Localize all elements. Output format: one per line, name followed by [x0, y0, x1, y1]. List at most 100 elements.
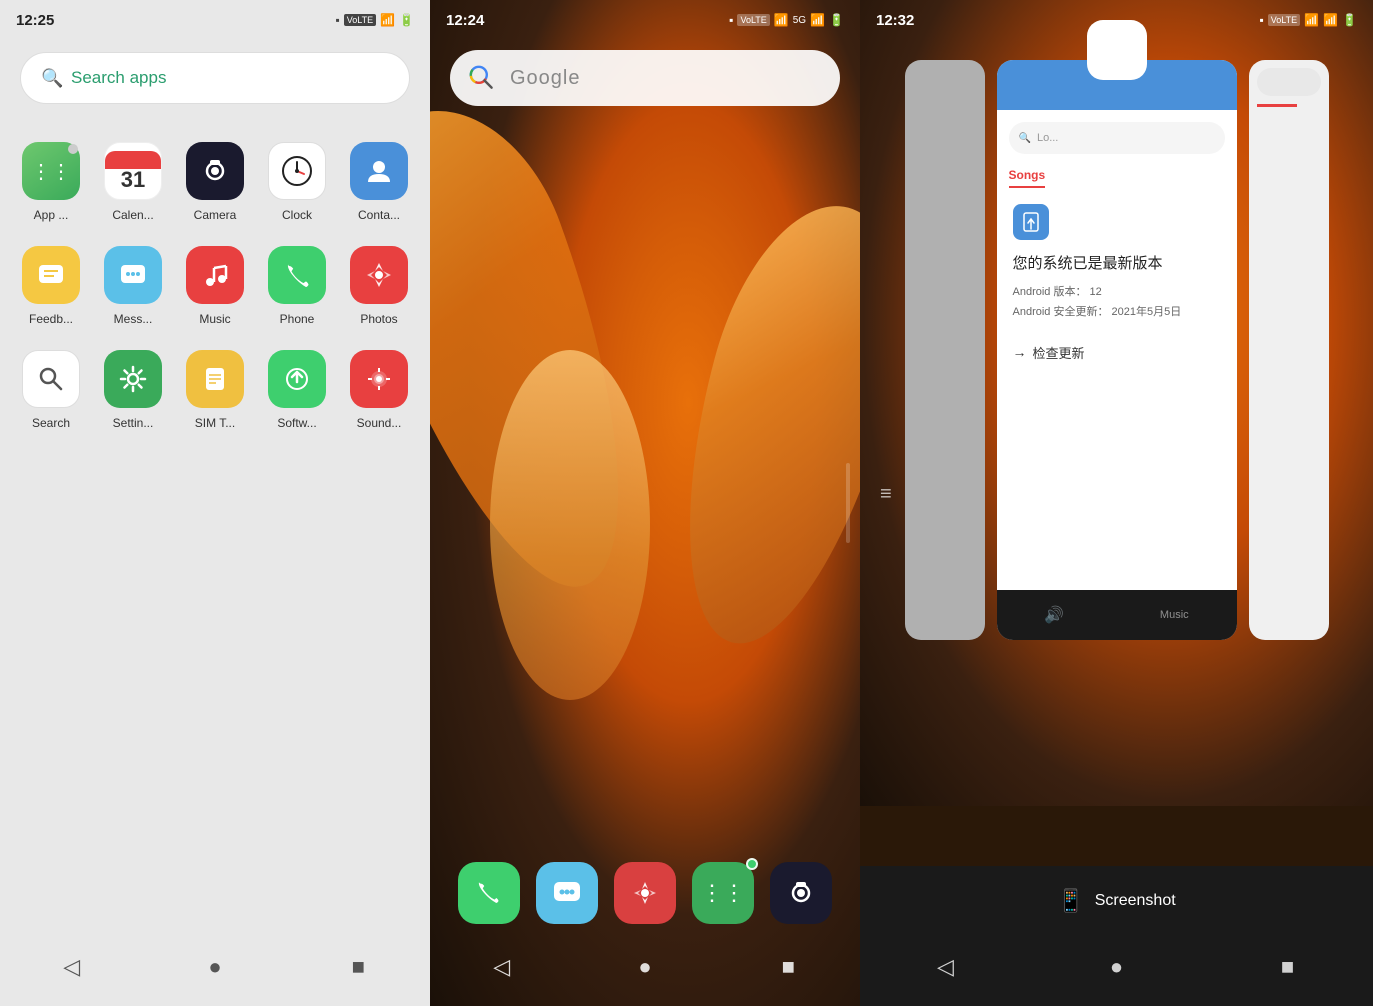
wifi-icon-2: 📶	[1304, 13, 1319, 27]
dock-phone[interactable]	[458, 862, 520, 924]
dock-messages[interactable]	[536, 862, 598, 924]
scroll-indicator	[846, 463, 850, 543]
status-time-3: 12:32	[876, 12, 914, 29]
back-button-2[interactable]: ◁	[482, 947, 522, 987]
search-bar[interactable]: 🔍 Search apps	[20, 52, 410, 104]
back-button-3[interactable]: ◁	[926, 947, 966, 987]
back-button-1[interactable]: ◁	[52, 947, 92, 987]
songs-tab-text: Songs	[1009, 168, 1046, 188]
app-item-sound[interactable]: Sound...	[338, 338, 420, 442]
phone-label: Phone	[263, 312, 331, 326]
feedback-label: Feedb...	[17, 312, 85, 326]
app-thumbnail	[1087, 20, 1147, 80]
clock-label: Clock	[263, 208, 331, 222]
recents-button-3[interactable]: ■	[1268, 947, 1308, 987]
simt-icon	[186, 350, 244, 408]
search-label: Search	[17, 416, 85, 430]
footer-icon-1: 🔊	[1044, 605, 1064, 625]
clock-icon	[268, 142, 326, 200]
messages-label: Mess...	[99, 312, 167, 326]
dock-badge	[746, 858, 758, 870]
app-item-software[interactable]: Softw...	[256, 338, 338, 442]
recent-apps-container: 🔍 Lo... Songs 您的系统已是最新版本 Android 版本： 1	[860, 40, 1373, 1006]
app-item-camera[interactable]: Camera	[174, 130, 256, 234]
battery-icon-3: ▪	[729, 13, 733, 27]
nav-bar-3: ◁ ● ■	[860, 936, 1373, 1006]
camera-label: Camera	[181, 208, 249, 222]
settings-label: Settin...	[99, 416, 167, 430]
status-bar-2: 12:24 ▪ VoLTE 📶 5G 📶 🔋	[430, 0, 860, 40]
simt-label: SIM T...	[181, 416, 249, 430]
search-app-icon	[22, 350, 80, 408]
arrow-icon: →	[1013, 344, 1027, 360]
app-item-settings[interactable]: Settin...	[92, 338, 174, 442]
app-item-search[interactable]: Search	[10, 338, 92, 442]
security-date: 2021年5月5日	[1112, 306, 1182, 318]
status-icons-2: ▪ VoLTE 📶 5G 📶 🔋	[729, 13, 844, 27]
app-item-music[interactable]: Music	[174, 234, 256, 338]
dock-camera[interactable]	[770, 862, 832, 924]
app-item-photos[interactable]: Photos	[338, 234, 420, 338]
contacts-icon	[350, 142, 408, 200]
home-button-2[interactable]: ●	[625, 947, 665, 987]
search-bar-text: Search apps	[71, 68, 166, 88]
recents-button-2[interactable]: ■	[768, 947, 808, 987]
battery-icon-5: ▪	[1260, 13, 1264, 27]
app-item-phone[interactable]: Phone	[256, 234, 338, 338]
settings-icon	[104, 350, 162, 408]
google-search-bar[interactable]: Google	[450, 50, 840, 106]
software-label: Softw...	[263, 416, 331, 430]
security-label: Android 安全更新：	[1013, 306, 1109, 318]
home-dock: ⋮⋮	[430, 850, 860, 936]
app-item-clock[interactable]: Clock	[256, 130, 338, 234]
recent-card-mid[interactable]: 🔍 Lo... Songs 您的系统已是最新版本 Android 版本： 1	[997, 60, 1237, 640]
home-button-3[interactable]: ●	[1097, 947, 1137, 987]
messages-icon	[104, 246, 162, 304]
update-icon	[1013, 204, 1049, 240]
home-screen-panel: 12:24 ▪ VoLTE 📶 5G 📶 🔋 Google	[430, 0, 860, 1006]
status-icons-3: ▪ VoLTE 📶 📶 🔋	[1260, 13, 1357, 27]
app-item-feedback[interactable]: Feedb...	[10, 234, 92, 338]
software-icon	[268, 350, 326, 408]
signal-icon-2: 📶	[810, 13, 825, 27]
app-item-messages[interactable]: Mess...	[92, 234, 174, 338]
card-right-tab-line	[1257, 104, 1297, 107]
card-footer-black: 🔊 Music	[997, 590, 1237, 640]
battery-icon-2: 🔋	[399, 13, 414, 27]
footer-label: Music	[1160, 609, 1189, 621]
fiveg-icon: 5G	[793, 15, 806, 26]
battery-icon-4: 🔋	[829, 13, 844, 27]
phone-icon	[268, 246, 326, 304]
card-search-icon: 🔍	[1019, 133, 1031, 144]
calendar-label: Calen...	[99, 208, 167, 222]
contacts-label: Conta...	[345, 208, 413, 222]
appvault-icon: ⋮⋮	[22, 142, 80, 200]
recent-card-right[interactable]	[1249, 60, 1329, 640]
app-item-calendar[interactable]: 31 Calen...	[92, 130, 174, 234]
recent-card-left[interactable]	[905, 60, 985, 640]
status-time-1: 12:25	[16, 12, 54, 29]
wifi-icon: 📶	[774, 13, 789, 27]
screenshot-icon: 📱	[1057, 888, 1084, 914]
search-icon: 🔍	[41, 68, 61, 88]
android-version-val: 12	[1090, 286, 1102, 298]
screenshot-bar[interactable]: 📱 Screenshot	[860, 866, 1373, 936]
home-button-1[interactable]: ●	[195, 947, 235, 987]
check-update-text: 检查更新	[1033, 343, 1085, 362]
camera-icon	[186, 142, 244, 200]
recent-apps-panel: 12:32 ▪ VoLTE 📶 📶 🔋 ≡ 🔍 Lo... Songs	[860, 0, 1373, 1006]
dock-appvault[interactable]: ⋮⋮	[692, 862, 754, 924]
card-body: 您的系统已是最新版本 Android 版本： 12 Android 安全更新： …	[997, 188, 1237, 590]
app-item-appvault[interactable]: ⋮⋮ App ...	[10, 130, 92, 234]
photos-label: Photos	[345, 312, 413, 326]
music-icon	[186, 246, 244, 304]
check-update-row[interactable]: → 检查更新	[1013, 343, 1221, 362]
app-item-simt[interactable]: SIM T...	[174, 338, 256, 442]
card-title: 您的系统已是最新版本	[1013, 252, 1221, 273]
app-item-contacts[interactable]: Conta...	[338, 130, 420, 234]
dock-photos[interactable]	[614, 862, 676, 924]
calendar-icon: 31	[104, 142, 162, 200]
recents-button-1[interactable]: ■	[338, 947, 378, 987]
music-label: Music	[181, 312, 249, 326]
songs-tab-container: Songs	[997, 166, 1237, 188]
